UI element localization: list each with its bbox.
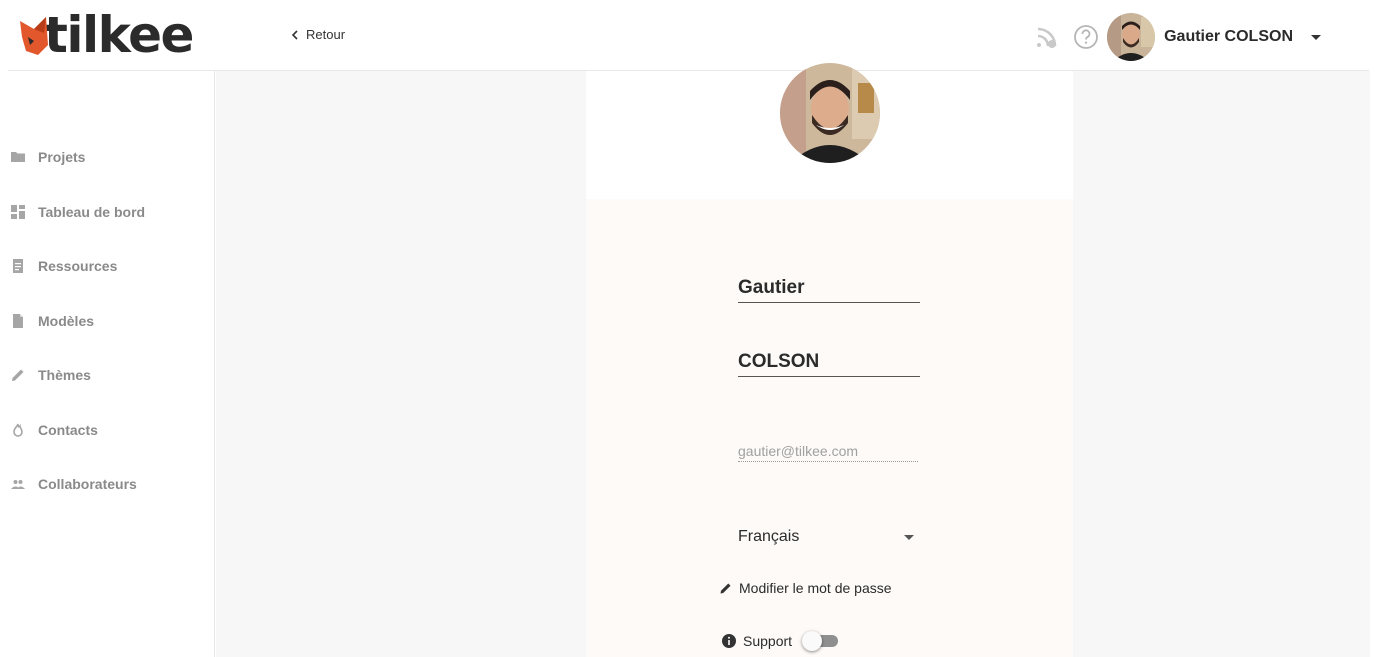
change-password-link[interactable]: Modifier le mot de passe — [720, 580, 892, 596]
pencil-icon — [12, 369, 24, 381]
file-icon — [13, 314, 23, 328]
first-name-field[interactable]: Gautier — [738, 277, 920, 303]
chevron-left-icon — [291, 29, 298, 40]
last-name-field[interactable]: COLSON — [738, 351, 920, 377]
back-button[interactable]: Retour — [290, 27, 345, 42]
chevron-down-icon — [904, 534, 914, 540]
sidebar-item-label: Thèmes — [38, 367, 91, 383]
sidebar-item-collaborateurs[interactable]: Collaborateurs — [0, 464, 214, 504]
sidebar-item-label: Projets — [38, 149, 86, 165]
avatar-photo — [1107, 13, 1156, 61]
change-password-label: Modifier le mot de passe — [739, 580, 892, 596]
email-field[interactable]: gautier@tilkee.com — [738, 443, 918, 462]
sidebar: Projets Tableau de bord Ressources Modèl… — [0, 71, 215, 657]
sidebar-item-label: Ressources — [38, 258, 118, 274]
language-select[interactable]: Français — [738, 528, 918, 546]
user-avatar[interactable] — [1107, 13, 1156, 61]
sidebar-item-themes[interactable]: Thèmes — [0, 355, 214, 395]
back-label: Retour — [306, 27, 346, 42]
support-label: Support — [743, 633, 793, 649]
main-content: Gautier COLSON gautier@tilkee.com França… — [216, 63, 1370, 657]
support-row: Support — [722, 631, 840, 651]
sidebar-item-label: Collaborateurs — [38, 476, 137, 492]
top-header: tilkee Retour Gautier COLSON — [0, 0, 1375, 71]
fox-logo-icon — [20, 17, 48, 55]
tilkee-logo[interactable]: tilkee — [20, 6, 194, 64]
sidebar-item-tableau-de-bord[interactable]: Tableau de bord — [0, 192, 214, 232]
sidebar-item-contacts[interactable]: Contacts — [0, 410, 214, 450]
help-icon[interactable] — [1073, 24, 1099, 50]
toggle-knob — [802, 631, 823, 651]
profile-card: Gautier COLSON gautier@tilkee.com França… — [586, 63, 1073, 657]
sidebar-item-projets[interactable]: Projets — [0, 137, 214, 177]
profile-card-header — [586, 63, 1073, 199]
header-user-area: Gautier COLSON — [1035, 13, 1321, 61]
profile-photo — [780, 63, 880, 163]
document-icon — [13, 259, 23, 273]
info-icon — [722, 634, 736, 648]
logo-wordmark: tilkee — [44, 6, 194, 64]
user-name[interactable]: Gautier COLSON — [1164, 28, 1293, 46]
fire-icon — [13, 423, 23, 437]
sidebar-item-label: Contacts — [38, 422, 98, 438]
profile-avatar[interactable] — [780, 63, 880, 163]
people-icon — [11, 480, 25, 489]
sidebar-item-modeles[interactable]: Modèles — [0, 301, 214, 341]
dashboard-icon — [11, 205, 25, 219]
pencil-icon — [720, 583, 731, 594]
sidebar-item-label: Modèles — [38, 313, 95, 329]
rss-feed-icon[interactable] — [1035, 25, 1059, 49]
sidebar-item-label: Tableau de bord — [38, 204, 146, 220]
chevron-down-icon[interactable] — [1311, 34, 1321, 40]
language-value: Français — [738, 528, 800, 545]
folder-icon — [11, 152, 25, 162]
support-toggle[interactable] — [802, 631, 840, 651]
sidebar-item-ressources[interactable]: Ressources — [0, 246, 214, 286]
